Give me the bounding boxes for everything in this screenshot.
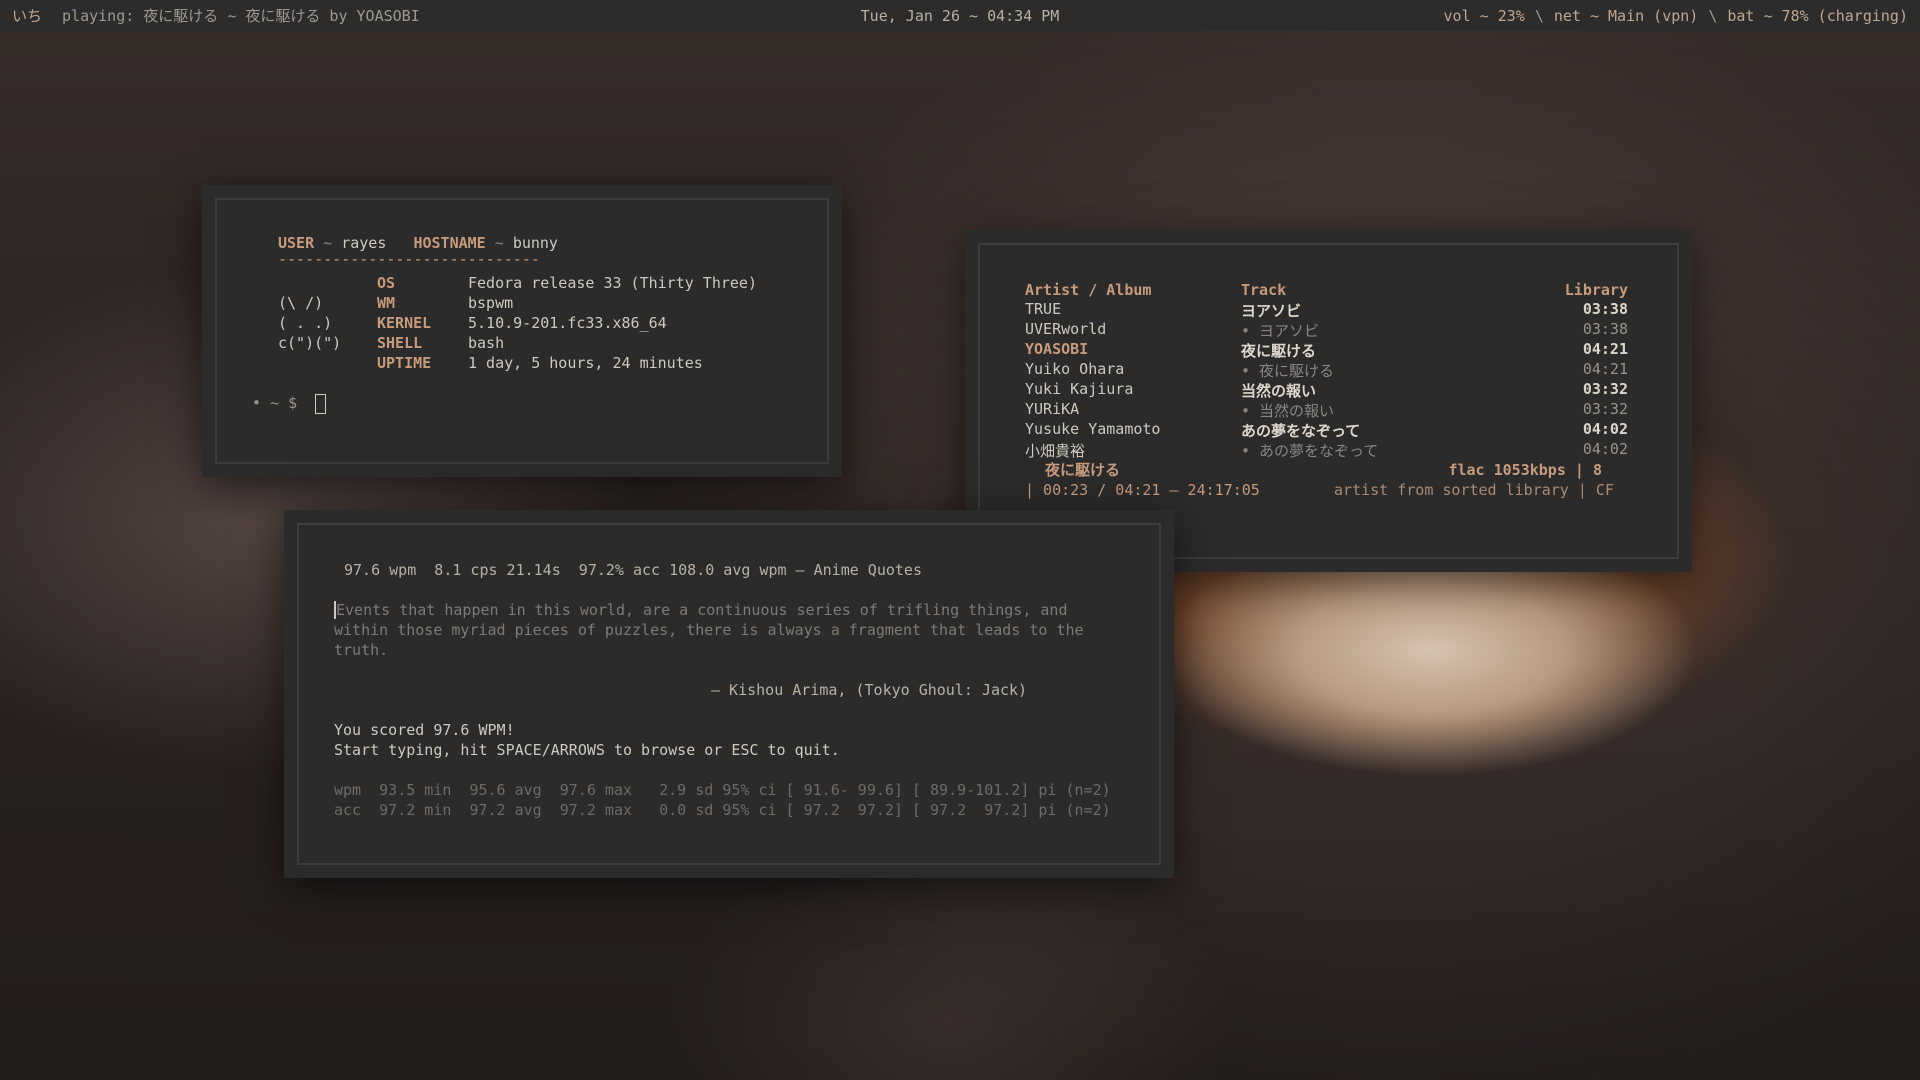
quote-line: Events that happen in this world, are a … [334,600,1068,620]
track-artist: Yuiko Ohara [1025,360,1125,378]
now-playing-title: 夜に駆ける [1045,461,1121,479]
accuracy-statistics: acc 97.2 min 97.2 avg 97.2 max 0.0 sd 95… [334,801,1111,819]
quote-line: truth. [334,641,389,659]
wm-value: bspwm [468,294,514,312]
uptime-label: UPTIME [377,354,432,372]
track-title: • 当然の報い [1241,402,1335,420]
track-title: 当然の報い [1241,382,1317,400]
track-row[interactable]: YURiKA • 当然の報い 03:32 [965,400,1692,420]
track-artist: Yusuke Yamamoto [1025,420,1161,438]
track-duration: 03:38 [1582,300,1628,318]
wm-label: WM [377,294,396,312]
track-row[interactable]: TRUE ヨアソビ 03:38 [965,300,1692,320]
track-title: • 夜に駆ける [1241,362,1335,380]
track-artist: TRUE [1025,300,1062,318]
uptime-value: 1 day, 5 hours, 24 minutes [468,354,703,372]
divider-rule: ----------------------------- [278,250,540,268]
fetch-terminal-window[interactable]: USER ~ rayes HOSTNAME ~ bunny ----------… [202,185,842,477]
track-row[interactable]: Yuki Kajiura 当然の報い 03:32 [965,380,1692,400]
track-duration: 03:32 [1582,380,1628,398]
ascii-art-line: ( . .) [278,314,333,332]
track-artist: YOASOBI [1025,340,1089,358]
track-row[interactable]: UVERworld • ヨアソビ 03:38 [965,320,1692,340]
track-row[interactable]: Yusuke Yamamoto あの夢をなぞって 04:02 [965,420,1692,440]
track-duration: 03:38 [1582,320,1628,338]
quote-text: Events that happen in this world, are a … [336,601,1068,619]
shell-label: SHELL [377,334,423,352]
os-value: Fedora release 33 (Thirty Three) [468,274,757,292]
os-label: OS [377,274,396,292]
system-status: vol ~ 23% \ net ~ Main (vpn) \ bat ~ 78% (ch… [1444,7,1908,25]
status-bar: いち playing: 夜に駆ける ~ 夜に駆ける by YOASOBI Tue… [0,0,1920,31]
volume-status: vol ~ 23% [1443,6,1525,25]
shell-value: bash [468,334,505,352]
track-duration: 04:02 [1582,440,1628,458]
column-header-track[interactable]: Track [1241,280,1286,300]
track-artist: UVERworld [1025,320,1107,338]
track-row[interactable]: YOASOBI 夜に駆ける 04:21 [965,340,1692,360]
column-header-artist[interactable]: Artist / Album [1025,280,1151,300]
prompt-text: • ~ $ [252,394,298,412]
playback-progress[interactable]: | 00:23 / 04:21 — 24:17:05 [1025,480,1260,500]
track-title: あの夢をなぞって [1241,422,1361,440]
track-artist: YURiKA [1025,400,1080,418]
track-title: ヨアソビ [1241,302,1302,320]
audio-format: flac 1053kbps | 8 [1448,461,1602,479]
quote-attribution: — Kishou Arima, (Tokyo Ghoul: Jack) [711,681,1028,699]
track-duration: 04:02 [1582,420,1628,438]
typing-test-window[interactable]: 97.6 wpm 8.1 cps 21.14s 97.2% acc 108.0 … [284,510,1174,878]
track-row[interactable]: 小畑貴裕 • あの夢をなぞって 04:02 [965,440,1692,460]
track-duration: 03:32 [1582,400,1628,418]
network-status: net ~ Main (vpn) [1553,6,1699,25]
track-title: • ヨアソビ [1241,322,1320,340]
kernel-label: KERNEL [377,314,432,332]
text-cursor [315,393,327,414]
track-duration: 04:21 [1582,340,1628,358]
track-row[interactable]: Yuiko Ohara • 夜に駆ける 04:21 [965,360,1692,380]
separator: \ [1708,6,1718,25]
score-message: You scored 97.6 WPM! [334,721,515,739]
track-title: • あの夢をなぞって [1241,442,1379,460]
battery-status: bat ~ 78% (charging) [1727,6,1908,25]
typing-stats: 97.6 wpm 8.1 cps 21.14s 97.2% acc 108.0 … [344,561,922,579]
separator: \ [1534,6,1544,25]
track-artist: 小畑貴裕 [1025,442,1086,460]
ascii-art-line: (\ /) [278,294,324,312]
quote-line: within those myriad pieces of puzzles, t… [334,621,1084,639]
instructions: Start typing, hit SPACE/ARROWS to browse… [334,741,840,759]
wpm-statistics: wpm 93.5 min 95.6 avg 97.6 max 2.9 sd 95… [334,781,1111,799]
now-playing-text: playing: 夜に駆ける ~ 夜に駆ける by YOASOBI [62,7,420,25]
kernel-value: 5.10.9-201.fc33.x86_64 [468,314,667,332]
track-title: 夜に駆ける [1241,342,1317,360]
track-duration: 04:21 [1582,360,1628,378]
workspace-indicator[interactable]: いち [12,5,42,26]
track-artist: Yuki Kajiura [1025,380,1134,398]
player-status: artist from sorted library | CF [1334,481,1614,499]
shell-prompt[interactable]: • ~ $ [252,393,327,414]
column-header-library[interactable]: Library [1565,280,1628,300]
ascii-art-line: c(")(") [278,334,342,352]
